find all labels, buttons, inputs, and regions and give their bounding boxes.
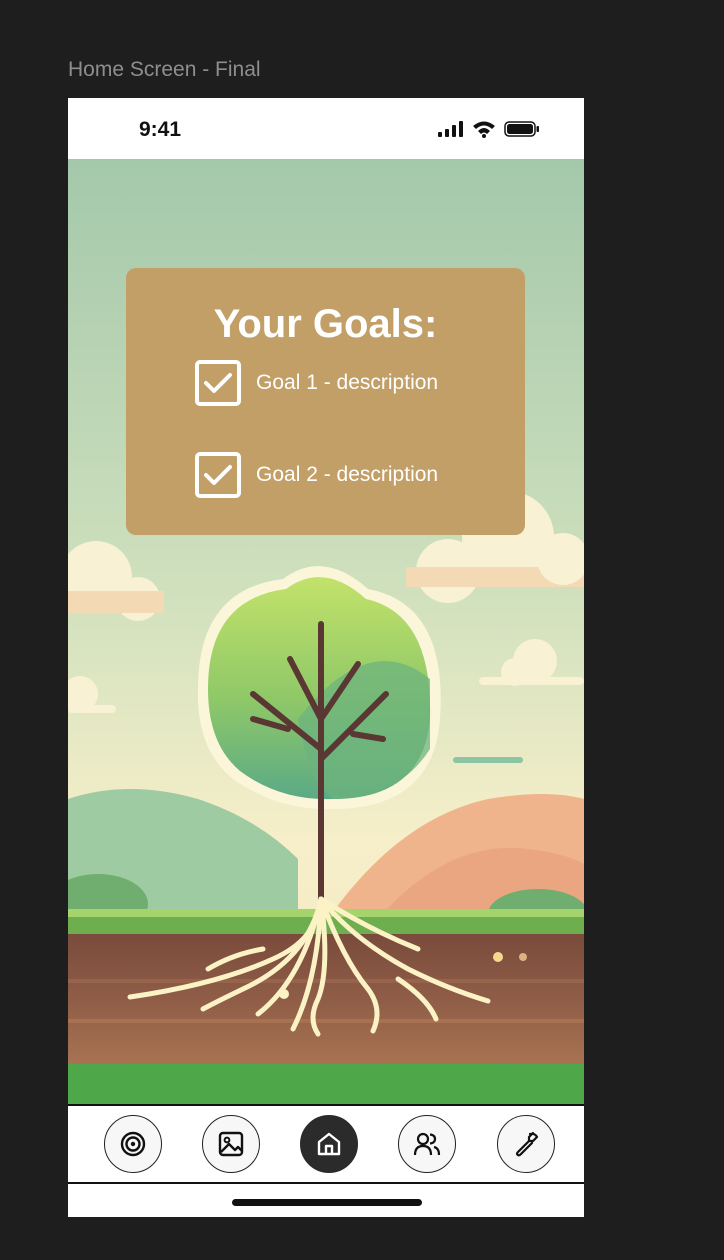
- tab-goals[interactable]: [104, 1115, 162, 1173]
- goal-label: Goal 1 - description: [256, 371, 439, 394]
- tab-home[interactable]: [300, 1115, 358, 1173]
- goal-item[interactable]: Goal 1 - description: [195, 360, 438, 406]
- goal-item[interactable]: Goal 2 - description: [195, 452, 438, 498]
- checkbox-checked-icon[interactable]: [195, 452, 241, 498]
- home-icon: [317, 1132, 341, 1156]
- tab-gallery[interactable]: [202, 1115, 260, 1173]
- home-indicator[interactable]: [232, 1199, 422, 1206]
- goals-card: Your Goals: Goal 1 - description Goal 2 …: [126, 268, 525, 535]
- cellular-signal-icon: [438, 121, 463, 137]
- checkbox-checked-icon[interactable]: [195, 360, 241, 406]
- phone-screen: 9:41 Your Goals: Goal 1 - description Go…: [68, 98, 584, 1217]
- battery-icon: [504, 121, 539, 137]
- tab-settings[interactable]: [497, 1115, 555, 1173]
- status-icons: [438, 120, 540, 138]
- wifi-icon: [473, 121, 495, 138]
- tab-community[interactable]: [398, 1115, 456, 1173]
- users-icon: [413, 1132, 441, 1156]
- bottom-tab-bar: [68, 1104, 584, 1184]
- goals-title: Your Goals:: [213, 302, 438, 346]
- goal-label: Goal 2 - description: [256, 463, 439, 486]
- image-icon: [218, 1131, 244, 1157]
- tree-with-roots-illustration: Your Goals: Goal 1 - description Goal 2 …: [68, 159, 584, 1104]
- wrench-icon: [515, 1131, 539, 1157]
- status-time: 9:41: [139, 118, 182, 141]
- frame-label: Home Screen - Final: [68, 58, 261, 81]
- target-icon: [120, 1131, 146, 1157]
- status-bar: 9:41: [68, 98, 584, 159]
